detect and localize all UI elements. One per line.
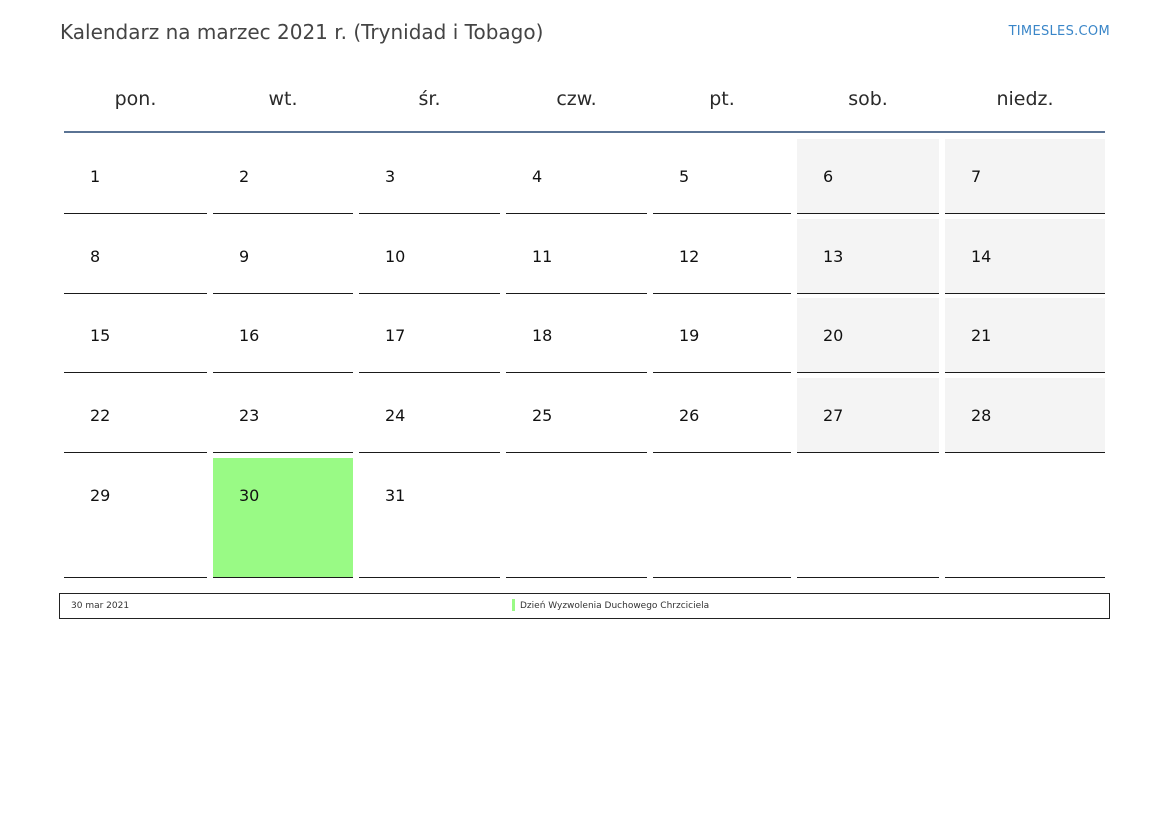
- day-number: 1: [90, 167, 101, 186]
- day-cell: 15: [64, 298, 207, 373]
- day-cell: 26: [653, 378, 791, 453]
- day-cell: 16: [213, 298, 353, 373]
- day-number: 22: [90, 406, 111, 425]
- page-title: Kalendarz na marzec 2021 r. (Trynidad i …: [60, 20, 544, 44]
- day-number: 19: [679, 326, 700, 345]
- empty-day-cell: [797, 458, 939, 578]
- day-number: 24: [385, 406, 406, 425]
- day-number: 7: [971, 167, 982, 186]
- day-cell: 12: [653, 219, 791, 294]
- day-number: 18: [532, 326, 553, 345]
- day-cell: 27: [797, 378, 939, 453]
- day-cell: 25: [506, 378, 647, 453]
- day-number: 10: [385, 247, 406, 266]
- day-number: 12: [679, 247, 700, 266]
- day-cell: 10: [359, 219, 500, 294]
- holiday-legend: 30 mar 2021 Dzień Wyzwolenia Duchowego C…: [59, 593, 1110, 619]
- day-cell: 19: [653, 298, 791, 373]
- day-cell: 31: [359, 458, 500, 578]
- day-cell: 22: [64, 378, 207, 453]
- day-cell: 18: [506, 298, 647, 373]
- day-cell: 6: [797, 139, 939, 214]
- day-cell: 29: [64, 458, 207, 578]
- site-link[interactable]: TIMESLES.COM: [1009, 24, 1110, 39]
- day-number: 28: [971, 406, 992, 425]
- day-cell: 20: [797, 298, 939, 373]
- day-cell: 28: [945, 378, 1105, 453]
- day-number: 23: [239, 406, 260, 425]
- day-number: 29: [90, 486, 111, 505]
- weekday-header: pt.: [709, 88, 735, 110]
- day-number: 15: [90, 326, 111, 345]
- day-number: 17: [385, 326, 406, 345]
- day-number: 21: [971, 326, 992, 345]
- day-cell: 17: [359, 298, 500, 373]
- day-number: 25: [532, 406, 553, 425]
- day-cell: 5: [653, 139, 791, 214]
- weekday-header: śr.: [418, 88, 441, 110]
- day-number: 2: [239, 167, 250, 186]
- empty-day-cell: [945, 458, 1105, 578]
- weekday-header: niedz.: [996, 88, 1054, 110]
- day-number: 26: [679, 406, 700, 425]
- weekday-header: sob.: [848, 88, 888, 110]
- day-number: 16: [239, 326, 260, 345]
- day-cell: 13: [797, 219, 939, 294]
- day-number: 20: [823, 326, 844, 345]
- day-cell: 30: [213, 458, 353, 578]
- day-number: 8: [90, 247, 101, 266]
- day-cell: 1: [64, 139, 207, 214]
- day-cell: 14: [945, 219, 1105, 294]
- empty-day-cell: [506, 458, 647, 578]
- day-number: 30: [239, 486, 260, 505]
- legend-holiday-name: Dzień Wyzwolenia Duchowego Chrzciciela: [520, 601, 710, 611]
- weekday-header: czw.: [556, 88, 597, 110]
- day-number: 31: [385, 486, 406, 505]
- day-number: 5: [679, 167, 690, 186]
- day-cell: 24: [359, 378, 500, 453]
- day-number: 27: [823, 406, 844, 425]
- day-cell: 2: [213, 139, 353, 214]
- day-number: 9: [239, 247, 250, 266]
- day-number: 4: [532, 167, 543, 186]
- day-cell: 11: [506, 219, 647, 294]
- day-cell: 23: [213, 378, 353, 453]
- day-cell: 3: [359, 139, 500, 214]
- day-cell: 4: [506, 139, 647, 214]
- day-number: 13: [823, 247, 844, 266]
- weekday-header: pon.: [114, 88, 157, 110]
- day-number: 14: [971, 247, 992, 266]
- day-number: 6: [823, 167, 834, 186]
- day-cell: 8: [64, 219, 207, 294]
- weekday-header: wt.: [268, 88, 298, 110]
- day-number: 3: [385, 167, 396, 186]
- day-cell: 21: [945, 298, 1105, 373]
- day-cell: 9: [213, 219, 353, 294]
- day-cell: 7: [945, 139, 1105, 214]
- header-divider: [64, 131, 1105, 133]
- legend-color-swatch: [512, 599, 515, 611]
- day-number: 11: [532, 247, 553, 266]
- legend-date: 30 mar 2021: [71, 601, 130, 611]
- empty-day-cell: [653, 458, 791, 578]
